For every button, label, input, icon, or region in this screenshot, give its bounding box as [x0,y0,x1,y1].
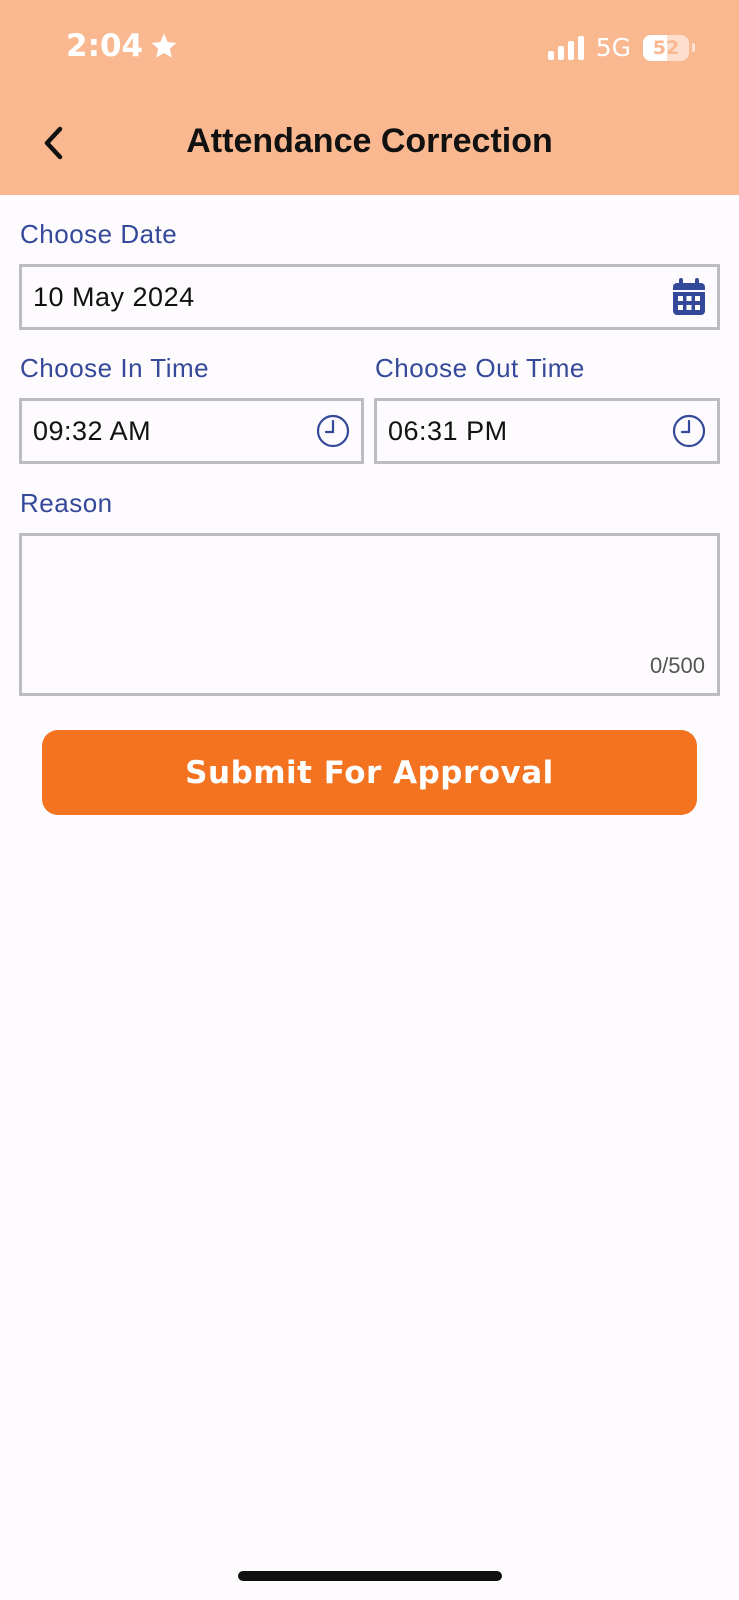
date-field[interactable]: 10 May 2024 [19,264,720,330]
page-title: Attendance Correction [186,122,553,160]
date-value: 10 May 2024 [33,281,195,312]
signal-icon [547,35,584,60]
status-time-text: 2:04 [66,28,144,64]
in-time-value: 09:32 AM [33,415,152,446]
status-time: 2:04 [66,28,179,64]
submit-for-approval-button[interactable]: Submit For Approval [42,730,697,815]
out-time-label: Choose Out Time [375,353,585,383]
clock-icon[interactable] [315,413,351,449]
app-header: 2:04 5G 52 Attendance Correction [0,0,739,195]
reason-label: Reason [20,488,113,518]
out-time-value: 06:31 PM [388,415,508,446]
date-label: Choose Date [20,219,178,249]
battery-tip [692,43,695,52]
status-indicators: 5G 52 [547,33,695,62]
battery-icon: 52 [643,34,689,61]
in-time-label: Choose In Time [20,353,210,383]
reason-textarea[interactable]: 0/500 [19,533,720,696]
out-time-field[interactable]: 06:31 PM [374,398,720,464]
clock-icon[interactable] [671,413,707,449]
network-type: 5G [595,33,631,62]
in-time-field[interactable]: 09:32 AM [19,398,364,464]
character-counter: 0/500 [649,653,705,678]
battery-level: 52 [652,36,680,59]
calendar-icon[interactable] [671,277,707,317]
home-indicator[interactable] [238,1571,502,1581]
star-icon [151,33,177,58]
